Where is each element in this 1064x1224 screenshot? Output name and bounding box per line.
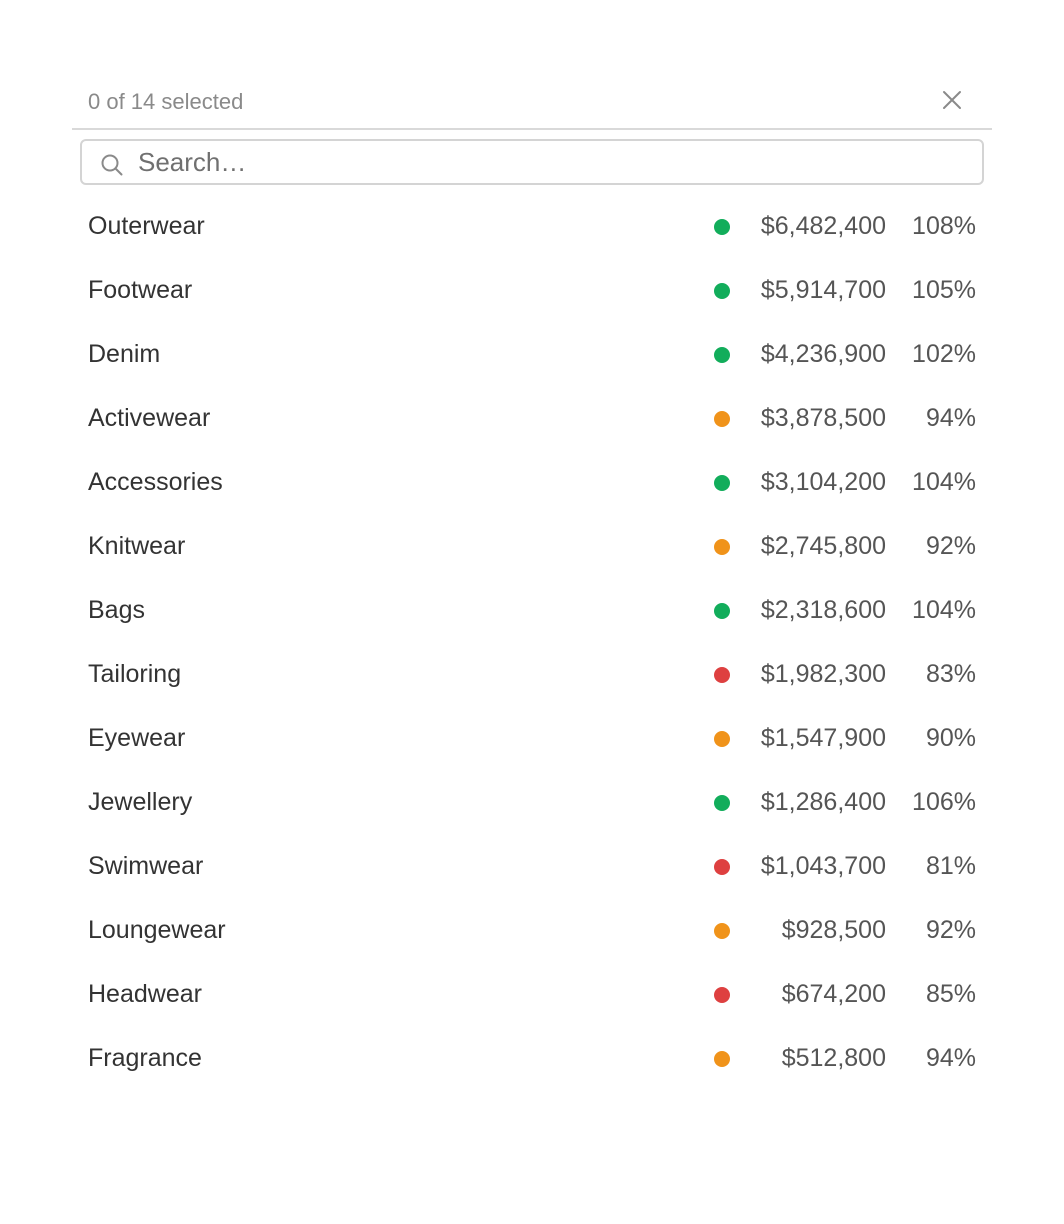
item-label: Footwear: [88, 276, 193, 304]
item-label: Outerwear: [88, 212, 205, 240]
item-label: Activewear: [88, 404, 211, 432]
list-item[interactable]: Activewear $3,878,500 94%: [72, 387, 992, 451]
status-dot-icon: [714, 667, 730, 683]
item-percent: 94%: [925, 404, 976, 432]
item-label: Jewellery: [88, 788, 193, 816]
item-label: Headwear: [88, 980, 202, 1008]
status-dot-icon: [714, 539, 730, 555]
item-percent: 94%: [925, 1044, 976, 1072]
item-percent: 90%: [925, 724, 976, 752]
item-label: Loungewear: [88, 916, 226, 944]
item-list: Outerwear $6,482,400 108% Footwear $5,914,70…: [72, 195, 992, 1091]
item-label: Knitwear: [88, 532, 186, 560]
status-dot-icon: [714, 475, 730, 491]
item-percent: 106%: [912, 788, 976, 816]
status-dot-icon: [714, 347, 730, 363]
status-dot-icon: [714, 923, 730, 939]
item-value: $4,236,900: [760, 340, 886, 368]
item-value: $2,745,800: [760, 532, 886, 560]
item-label: Accessories: [88, 468, 223, 496]
selection-panel: 0 of 14 selected Outerwear $6,482,400 108%…: [72, 78, 992, 1091]
status-dot-icon: [714, 219, 730, 235]
search-icon: [100, 153, 124, 177]
item-value: $2,318,600: [760, 596, 886, 624]
item-label: Bags: [88, 596, 145, 624]
list-item[interactable]: Loungewear $928,500 92%: [72, 899, 992, 963]
list-item[interactable]: Fragrance $512,800 94%: [72, 1027, 992, 1091]
list-item[interactable]: Headwear $674,200 85%: [72, 963, 992, 1027]
status-dot-icon: [714, 859, 730, 875]
item-percent: 92%: [925, 532, 976, 560]
item-value: $6,482,400: [760, 212, 886, 240]
item-value: $512,800: [781, 1044, 886, 1072]
list-item[interactable]: Denim $4,236,900 102%: [72, 323, 992, 387]
item-value: $5,914,700: [760, 276, 886, 304]
item-label: Swimwear: [88, 852, 204, 880]
item-percent: 104%: [912, 596, 976, 624]
status-dot-icon: [714, 411, 730, 427]
item-label: Eyewear: [88, 724, 186, 752]
status-dot-icon: [714, 283, 730, 299]
search-box: [80, 139, 984, 185]
item-value: $1,982,300: [760, 660, 886, 688]
close-icon[interactable]: [940, 88, 964, 112]
item-percent: 104%: [912, 468, 976, 496]
search-input[interactable]: [138, 141, 972, 183]
selected-count: 0 of 14 selected: [88, 89, 244, 114]
item-percent: 102%: [912, 340, 976, 368]
item-label: Fragrance: [88, 1044, 202, 1072]
list-item[interactable]: Knitwear $2,745,800 92%: [72, 515, 992, 579]
list-item[interactable]: Accessories $3,104,200 104%: [72, 451, 992, 515]
status-dot-icon: [714, 603, 730, 619]
list-item[interactable]: Eyewear $1,547,900 90%: [72, 707, 992, 771]
item-percent: 105%: [912, 276, 976, 304]
list-item[interactable]: Footwear $5,914,700 105%: [72, 259, 992, 323]
item-label: Tailoring: [88, 660, 182, 688]
item-value: $1,547,900: [760, 724, 886, 752]
status-dot-icon: [714, 987, 730, 1003]
list-item[interactable]: Swimwear $1,043,700 81%: [72, 835, 992, 899]
list-item[interactable]: Outerwear $6,482,400 108%: [72, 195, 992, 259]
item-percent: 85%: [925, 980, 976, 1008]
item-percent: 92%: [925, 916, 976, 944]
status-dot-icon: [714, 1051, 730, 1067]
item-label: Denim: [88, 340, 161, 368]
status-dot-icon: [714, 731, 730, 747]
item-value: $3,104,200: [760, 468, 886, 496]
item-value: $928,500: [781, 916, 886, 944]
item-percent: 81%: [925, 852, 976, 880]
item-percent: 83%: [925, 660, 976, 688]
item-percent: 108%: [912, 212, 976, 240]
item-value: $1,043,700: [760, 852, 886, 880]
panel-header: 0 of 14 selected: [72, 78, 992, 130]
list-item[interactable]: Bags $2,318,600 104%: [72, 579, 992, 643]
item-value: $1,286,400: [760, 788, 886, 816]
item-value: $674,200: [781, 980, 886, 1008]
item-value: $3,878,500: [760, 404, 886, 432]
status-dot-icon: [714, 795, 730, 811]
list-item[interactable]: Tailoring $1,982,300 83%: [72, 643, 992, 707]
list-item[interactable]: Jewellery $1,286,400 106%: [72, 771, 992, 835]
